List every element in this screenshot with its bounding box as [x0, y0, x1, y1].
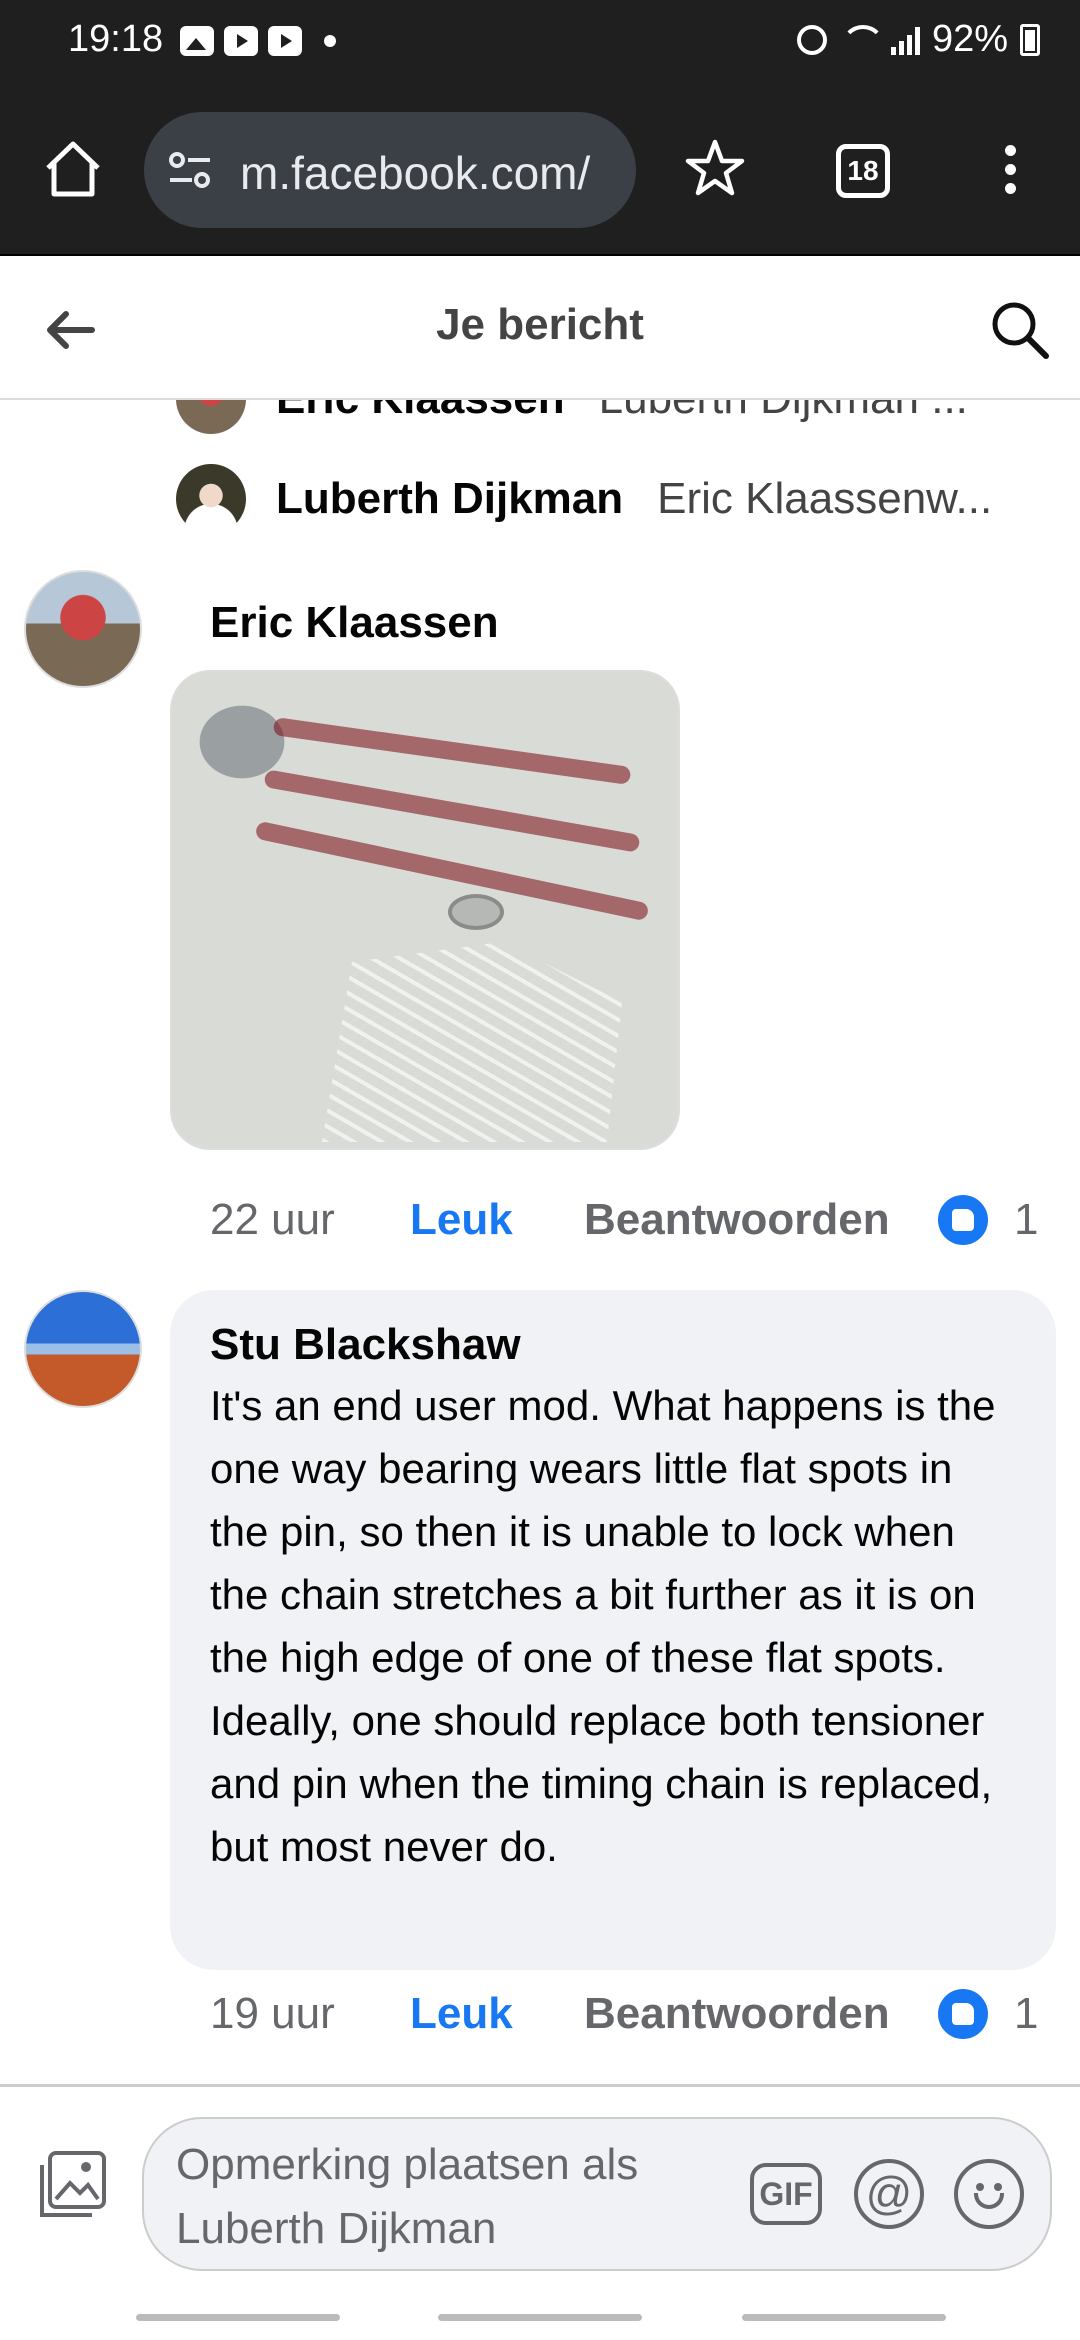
emoji-icon[interactable]	[954, 2159, 1024, 2229]
comment-author[interactable]: Eric Klaassen	[210, 598, 499, 648]
comment-composer: Opmerking plaatsen als Luberth Dijkman G…	[0, 2084, 1080, 2290]
notification-icons	[180, 26, 336, 56]
wifi-icon	[839, 24, 885, 55]
address-bar[interactable]: m.facebook.com/	[144, 112, 636, 228]
comment-time: 19 uur	[210, 1989, 335, 2038]
gif-icon[interactable]: GIF	[750, 2163, 822, 2225]
status-bar: 19:18 92%	[0, 0, 1080, 84]
more-notifications-dot-icon	[324, 35, 336, 47]
home-icon[interactable]	[38, 134, 108, 204]
overflow-menu-icon[interactable]	[990, 140, 1030, 200]
status-time: 19:18	[68, 18, 164, 60]
signal-icon	[890, 25, 920, 55]
like-button[interactable]: Leuk	[410, 1989, 584, 2039]
nav-hint-left[interactable]	[136, 2314, 340, 2321]
reaction-count[interactable]: 1	[1014, 1989, 1038, 2039]
like-button[interactable]: Leuk	[410, 1195, 584, 1245]
avatar	[176, 400, 246, 434]
reply-snippet: Eric Klaassenw...	[657, 474, 993, 523]
gallery-notification-icon	[180, 26, 214, 56]
reply-button[interactable]: Beantwoorden	[584, 1989, 934, 2039]
search-icon[interactable]	[988, 298, 1052, 362]
gesture-navigation-bar	[0, 2290, 1080, 2340]
like-reaction-icon[interactable]	[938, 1195, 988, 1245]
comment-thread: Eric Klaassen Luberth Dijkman ... Lubert…	[0, 400, 1080, 2084]
youtube-notification-icon-2	[268, 26, 302, 56]
system-icons: 92%	[796, 18, 1040, 61]
star-icon[interactable]	[680, 134, 750, 204]
nav-hint-right[interactable]	[742, 2314, 946, 2321]
page-header: Je bericht	[0, 256, 1080, 400]
tab-count: 18	[847, 155, 879, 186]
battery-icon	[1020, 23, 1040, 56]
reply-preview-row[interactable]: Luberth Dijkman Eric Klaassenw...	[176, 464, 992, 534]
tabs-icon[interactable]: 18	[836, 144, 890, 198]
comment-time: 22 uur	[210, 1195, 335, 1244]
avatar[interactable]	[24, 570, 142, 688]
comment-photo[interactable]	[170, 670, 680, 1150]
avatar[interactable]	[24, 1290, 142, 1408]
reply-author: Eric Klaassen	[276, 400, 565, 424]
reply-author: Luberth Dijkman	[276, 474, 624, 523]
reply-button[interactable]: Beantwoorden	[584, 1195, 934, 1245]
mention-icon[interactable]: @	[854, 2159, 924, 2229]
reply-preview-row[interactable]: Eric Klaassen Luberth Dijkman ...	[176, 400, 968, 434]
browser-toolbar: m.facebook.com/ 18	[0, 84, 1080, 256]
reply-snippet: Luberth Dijkman ...	[599, 400, 968, 424]
youtube-notification-icon	[224, 26, 258, 56]
bolt-detail	[448, 894, 504, 930]
photo-upload-icon[interactable]	[36, 2147, 110, 2221]
comment-input[interactable]: Opmerking plaatsen als Luberth Dijkman G…	[142, 2117, 1052, 2271]
alarm-icon	[796, 24, 827, 55]
site-settings-icon[interactable]	[168, 150, 212, 190]
comment-text: It's an end user mod. What happens is th…	[210, 1382, 996, 1870]
comment-actions: 19 uur Leuk Beantwoorden 1	[210, 1984, 1050, 2044]
comment-bubble[interactable]: Stu Blackshaw It's an end user mod. What…	[170, 1290, 1056, 1970]
avatar	[176, 464, 246, 534]
like-reaction-icon[interactable]	[938, 1989, 988, 2039]
comment-actions: 22 uur Leuk Beantwoorden 1	[210, 1190, 1050, 1250]
url-text[interactable]: m.facebook.com/	[240, 146, 620, 200]
nav-hint-center[interactable]	[438, 2314, 642, 2321]
comment-placeholder[interactable]: Opmerking plaatsen als Luberth Dijkman	[176, 2133, 696, 2261]
reaction-count[interactable]: 1	[1014, 1195, 1038, 1245]
comment-author[interactable]: Stu Blackshaw	[210, 1318, 1016, 1372]
metal-shavings-detail	[322, 942, 622, 1142]
page-title: Je bericht	[436, 300, 644, 349]
battery-percent: 92%	[931, 18, 1008, 60]
